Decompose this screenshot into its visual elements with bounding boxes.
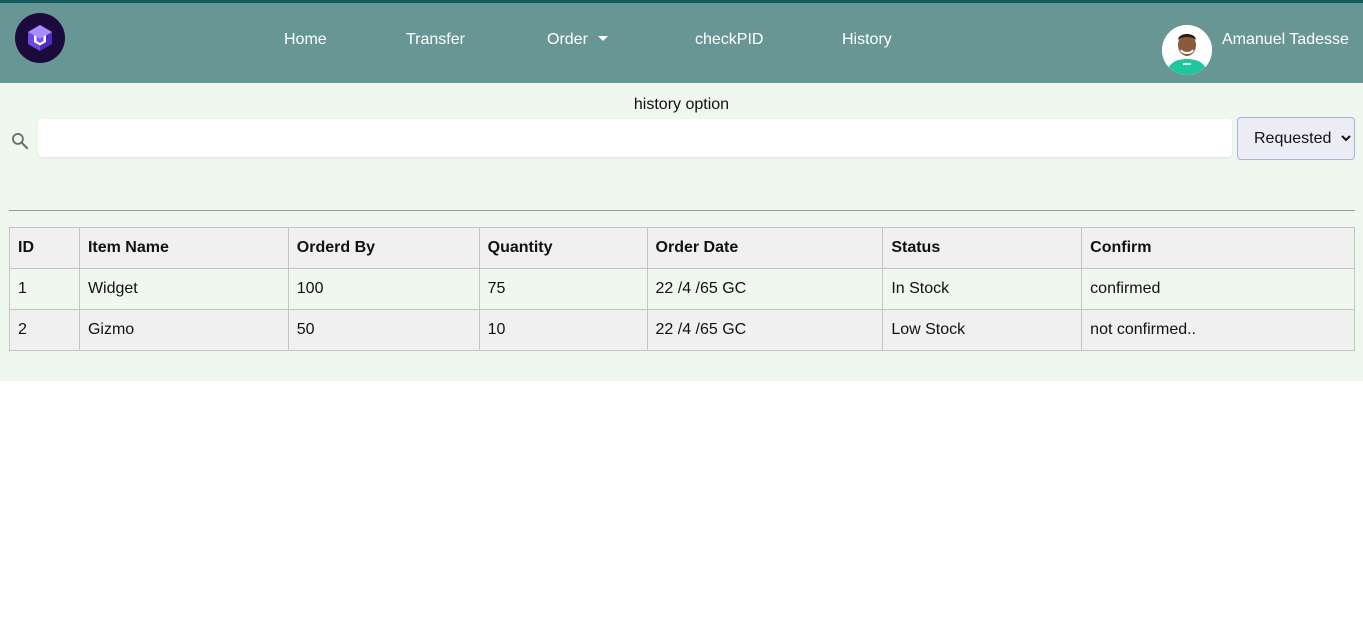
nav-order-label: Order bbox=[547, 31, 588, 48]
column-header-quantity: Quantity bbox=[478, 227, 648, 269]
hexagon-cube-logo-icon bbox=[28, 25, 52, 51]
cell-id: 1 bbox=[9, 268, 80, 310]
cell-id: 2 bbox=[9, 309, 80, 351]
page-title: history option bbox=[633, 96, 730, 113]
history-filter-select[interactable]: Requested bbox=[1237, 117, 1355, 160]
divider bbox=[9, 210, 1355, 211]
user-name[interactable]: Amanuel Tadesse bbox=[1222, 31, 1349, 49]
cell-ordered-by: 50 bbox=[287, 309, 480, 351]
table-header-row: ID Item Name Orderd By Quantity Order Da… bbox=[9, 227, 1355, 269]
column-header-confirm: Confirm bbox=[1081, 227, 1355, 269]
nav-home[interactable]: Home bbox=[284, 31, 327, 49]
top-navbar: Home Transfer Order checkPID History Ama… bbox=[0, 0, 1363, 83]
cell-status: In Stock bbox=[882, 268, 1083, 310]
cell-item-name: Widget bbox=[78, 268, 289, 310]
column-header-id: ID bbox=[9, 227, 80, 269]
column-header-ordered-by: Orderd By bbox=[287, 227, 480, 269]
table-row[interactable]: 2 Gizmo 50 10 22 /4 /65 GC Low Stock not… bbox=[9, 309, 1355, 351]
cell-confirm: not confirmed.. bbox=[1081, 309, 1355, 351]
cell-quantity: 10 bbox=[478, 309, 648, 351]
search-icon bbox=[12, 133, 29, 150]
nav-transfer[interactable]: Transfer bbox=[406, 31, 465, 49]
search-input[interactable] bbox=[38, 119, 1232, 157]
history-panel: history option Requested ID Item Name Or… bbox=[0, 83, 1363, 381]
nav-history[interactable]: History bbox=[842, 31, 892, 49]
nav-order-dropdown[interactable]: Order bbox=[547, 31, 608, 49]
cell-order-date: 22 /4 /65 GC bbox=[646, 309, 884, 351]
cell-status: Low Stock bbox=[882, 309, 1083, 351]
cell-order-date: 22 /4 /65 GC bbox=[646, 268, 884, 310]
cell-ordered-by: 100 bbox=[287, 268, 480, 310]
caret-down-icon bbox=[597, 36, 608, 42]
column-header-order-date: Order Date bbox=[646, 227, 884, 269]
history-table: ID Item Name Orderd By Quantity Order Da… bbox=[9, 227, 1355, 351]
cell-confirm: confirmed bbox=[1081, 268, 1355, 310]
user-photo-icon bbox=[1162, 25, 1212, 75]
user-avatar[interactable] bbox=[1162, 25, 1212, 75]
table-row[interactable]: 1 Widget 100 75 22 /4 /65 GC In Stock co… bbox=[9, 268, 1355, 310]
column-header-item-name: Item Name bbox=[78, 227, 289, 269]
cell-item-name: Gizmo bbox=[78, 309, 289, 351]
nav-checkpid[interactable]: checkPID bbox=[695, 31, 763, 49]
column-header-status: Status bbox=[882, 227, 1083, 269]
app-logo[interactable] bbox=[15, 13, 65, 63]
cell-quantity: 75 bbox=[478, 268, 648, 310]
